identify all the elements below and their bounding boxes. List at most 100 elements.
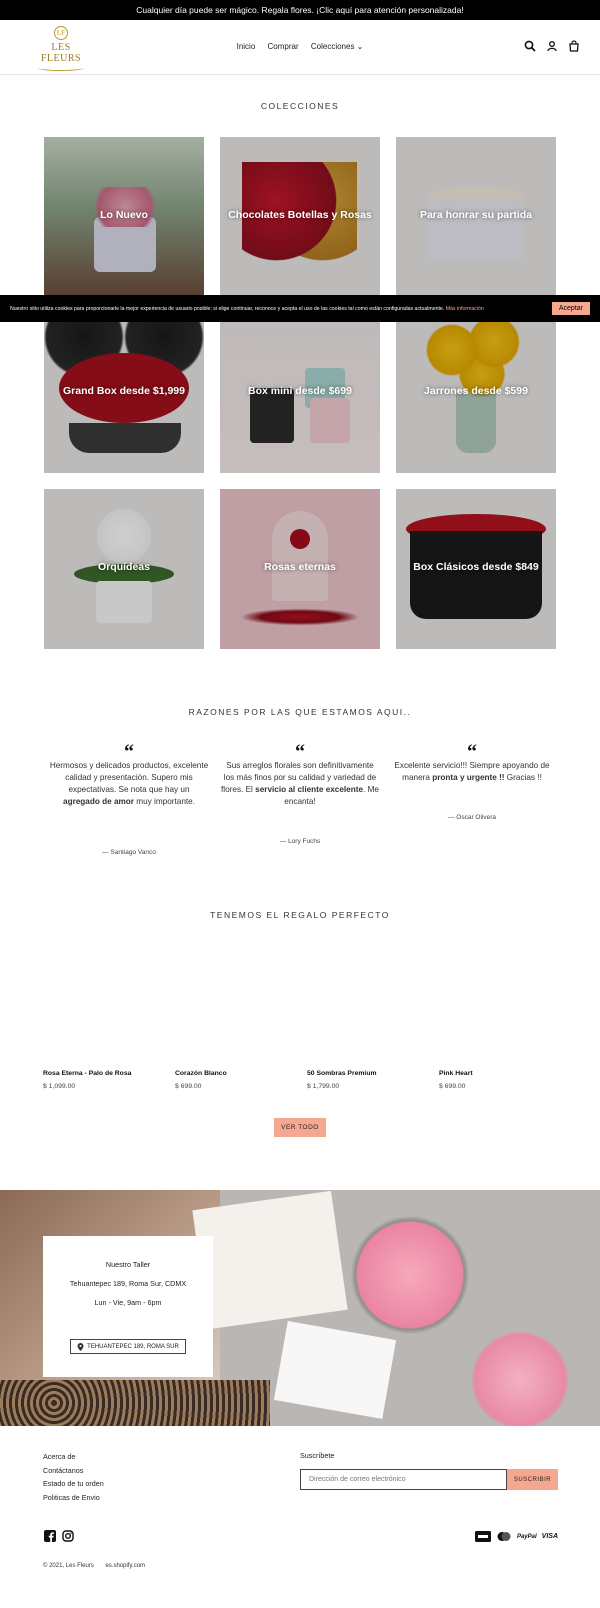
collection-label: Chocolates Botellas y Rosas bbox=[228, 209, 372, 221]
amex-icon bbox=[474, 1531, 491, 1542]
collection-label: Box mini desde $699 bbox=[248, 385, 352, 397]
collection-tile-rosas-eternas[interactable]: Rosas eternas bbox=[220, 489, 380, 649]
cookie-more-link[interactable]: Más información bbox=[446, 306, 484, 312]
collection-tile-grand-box[interactable]: Grand Box desde $1,999 bbox=[44, 313, 204, 473]
banner-roses-shape bbox=[340, 1210, 480, 1340]
store-address: Tehuantepec 189, Roma Sur, CDMX bbox=[69, 1279, 187, 1288]
store-hours: Lun - Vie, 9am - 6pm bbox=[94, 1298, 162, 1307]
store-card: Nuestro Taller Tehuantepec 189, Roma Sur… bbox=[43, 1236, 213, 1377]
banner-paper-shape bbox=[192, 1190, 348, 1330]
cookie-accept-button[interactable]: Aceptar bbox=[551, 302, 590, 315]
footer-link-orden[interactable]: Estado de tu orden bbox=[43, 1477, 104, 1491]
product-price: $ 1,799.00 bbox=[307, 1083, 340, 1090]
quote-icon: “ bbox=[124, 741, 134, 763]
product-card[interactable]: Rosa Eterna - Palo de Rosa $ 1,099.00 bbox=[43, 1070, 163, 1090]
testimonial-text: Excelente servicio!!! Siempre apoyando d… bbox=[392, 760, 552, 784]
copyright-text[interactable]: © 2021, Les Fleurs bbox=[43, 1563, 94, 1569]
product-card[interactable]: Pink Heart $ 699.00 bbox=[439, 1070, 559, 1090]
store-banner: Nuestro Taller Tehuantepec 189, Roma Sur… bbox=[0, 1190, 600, 1426]
collection-tile-box-mini[interactable]: Box mini desde $699 bbox=[220, 313, 380, 473]
header-icons bbox=[524, 40, 580, 52]
map-button[interactable]: TEHUANTEPEC 189, ROMA SUR bbox=[70, 1339, 186, 1354]
gift-title: TENEMOS EL REGALO PERFECTO bbox=[210, 910, 390, 920]
collection-tile-lo-nuevo[interactable]: Lo Nuevo bbox=[44, 137, 204, 297]
testimonial-text-part: Hermosos y delicados productos, excelent… bbox=[49, 761, 209, 794]
footer-link-contacto[interactable]: Contáctanos bbox=[43, 1464, 104, 1478]
testimonial-text: Sus arreglos florales son definitivament… bbox=[220, 760, 380, 808]
collection-tile-honrar[interactable]: Para honrar su partida bbox=[396, 137, 556, 297]
banner-roses-shape bbox=[455, 1330, 585, 1426]
paypal-icon: PayPal bbox=[516, 1533, 537, 1540]
powered-link[interactable]: es.shopify.com bbox=[105, 1563, 145, 1569]
collection-label: Box Clásicos desde $849 bbox=[413, 561, 539, 573]
footer-link-envio[interactable]: Politicas de Envio bbox=[43, 1491, 104, 1505]
testimonial-text-part: muy importante. bbox=[134, 797, 195, 806]
collection-label: Jarrones desde $599 bbox=[424, 385, 528, 397]
testimonial-emphasis: servicio al cliente excelente bbox=[255, 785, 364, 794]
product-card[interactable]: Corazón Blanco $ 699.00 bbox=[175, 1070, 295, 1090]
visa-icon: VISA bbox=[541, 1533, 558, 1540]
email-field[interactable]: Dirección de correo electrónico bbox=[300, 1469, 507, 1490]
product-name[interactable]: Corazón Blanco bbox=[175, 1070, 295, 1077]
collection-label: Para honrar su partida bbox=[419, 209, 533, 221]
logo-ornament bbox=[38, 65, 84, 71]
subscribe-button[interactable]: SUSCRIBIR bbox=[507, 1469, 558, 1490]
logo-monogram: LF bbox=[54, 26, 68, 40]
product-name[interactable]: 50 Sombras Premium bbox=[307, 1070, 427, 1077]
product-price: $ 1,099.00 bbox=[43, 1083, 76, 1090]
collection-tile-orquideas[interactable]: Orquídeas bbox=[44, 489, 204, 649]
testimonial-author: — Santiago Vanco bbox=[102, 849, 156, 856]
collection-tile-jarrones[interactable]: Jarrones desde $599 bbox=[396, 313, 556, 473]
nav-item-colecciones[interactable]: Colecciones ⌄ bbox=[311, 42, 364, 51]
footer-link-acerca[interactable]: Acerca de bbox=[43, 1450, 104, 1464]
product-card[interactable]: 50 Sombras Premium $ 1,799.00 bbox=[307, 1070, 427, 1090]
store-name: Nuestro Taller bbox=[105, 1260, 151, 1269]
testimonial: “ Hermosos y delicados productos, excele… bbox=[49, 742, 209, 862]
main-nav: Inicio Comprar Colecciones ⌄ bbox=[0, 42, 600, 51]
testimonial-text-part: Gracias !! bbox=[504, 773, 542, 782]
collection-label: Grand Box desde $1,999 bbox=[63, 385, 185, 397]
testimonial-text: Hermosos y delicados productos, excelent… bbox=[49, 760, 209, 808]
cart-icon[interactable] bbox=[568, 40, 580, 52]
mastercard-icon bbox=[497, 1532, 511, 1541]
nav-item-comprar[interactable]: Comprar bbox=[268, 42, 299, 51]
map-pin-icon bbox=[77, 1342, 84, 1351]
product-name[interactable]: Rosa Eterna - Palo de Rosa bbox=[43, 1070, 163, 1077]
cookie-banner: Nuestro sitio utiliza cookies para propo… bbox=[0, 295, 600, 322]
payment-icons: PayPal VISA bbox=[474, 1531, 558, 1542]
announcement-text[interactable]: Cualquier día puede ser mágico. Regala f… bbox=[136, 5, 463, 15]
testimonial-author: — Lory Fuchs bbox=[279, 838, 321, 845]
account-icon[interactable] bbox=[546, 40, 558, 52]
collections-title: COLECCIONES bbox=[260, 101, 340, 111]
instagram-icon[interactable] bbox=[62, 1530, 74, 1542]
collection-tile-box-clasicos[interactable]: Box Clásicos desde $849 bbox=[396, 489, 556, 649]
testimonial: “ Sus arreglos florales son definitivame… bbox=[220, 742, 380, 852]
collection-label: Rosas eternas bbox=[264, 561, 336, 573]
testimonial-emphasis: agregado de amor bbox=[63, 797, 134, 806]
product-price: $ 699.00 bbox=[175, 1083, 202, 1090]
cookie-text-wrap: Nuestro sitio utiliza cookies para propo… bbox=[10, 306, 546, 312]
nav-item-inicio[interactable]: Inicio bbox=[237, 42, 256, 51]
banner-fabric-shape bbox=[0, 1380, 270, 1426]
quote-icon: “ bbox=[295, 741, 305, 763]
collection-tile-chocolates[interactable]: Chocolates Botellas y Rosas bbox=[220, 137, 380, 297]
collection-label: Lo Nuevo bbox=[100, 209, 148, 221]
map-button-label: TEHUANTEPEC 189, ROMA SUR bbox=[87, 1343, 179, 1350]
testimonial: “ Excelente servicio!!! Siempre apoyando… bbox=[392, 742, 552, 832]
testimonials-title: RAZONES POR LAS QUE ESTAMOS AQUI.. bbox=[188, 707, 412, 717]
search-icon[interactable] bbox=[524, 40, 536, 52]
subscribe-label: Suscríbete bbox=[300, 1451, 335, 1460]
announcement-bar[interactable]: Cualquier día puede ser mágico. Regala f… bbox=[0, 0, 600, 20]
footer-links: Acerca de Contáctanos Estado de tu orden… bbox=[43, 1450, 104, 1504]
product-name[interactable]: Pink Heart bbox=[439, 1070, 559, 1077]
site-header: LF LES FLEURS Inicio Comprar Colecciones… bbox=[0, 20, 600, 75]
facebook-icon[interactable] bbox=[44, 1530, 56, 1542]
testimonial-emphasis: pronta y urgente !! bbox=[432, 773, 505, 782]
product-price: $ 699.00 bbox=[439, 1083, 466, 1090]
copyright: © 2021, Les Fleurs es.shopify.com bbox=[43, 1563, 155, 1569]
view-all-button[interactable]: VER TODO bbox=[274, 1118, 326, 1137]
testimonial-author: — Oscar Olivera bbox=[447, 814, 497, 821]
cookie-text: Nuestro sitio utiliza cookies para propo… bbox=[10, 305, 445, 312]
social-links bbox=[44, 1530, 74, 1542]
collection-label: Orquídeas bbox=[98, 561, 150, 573]
